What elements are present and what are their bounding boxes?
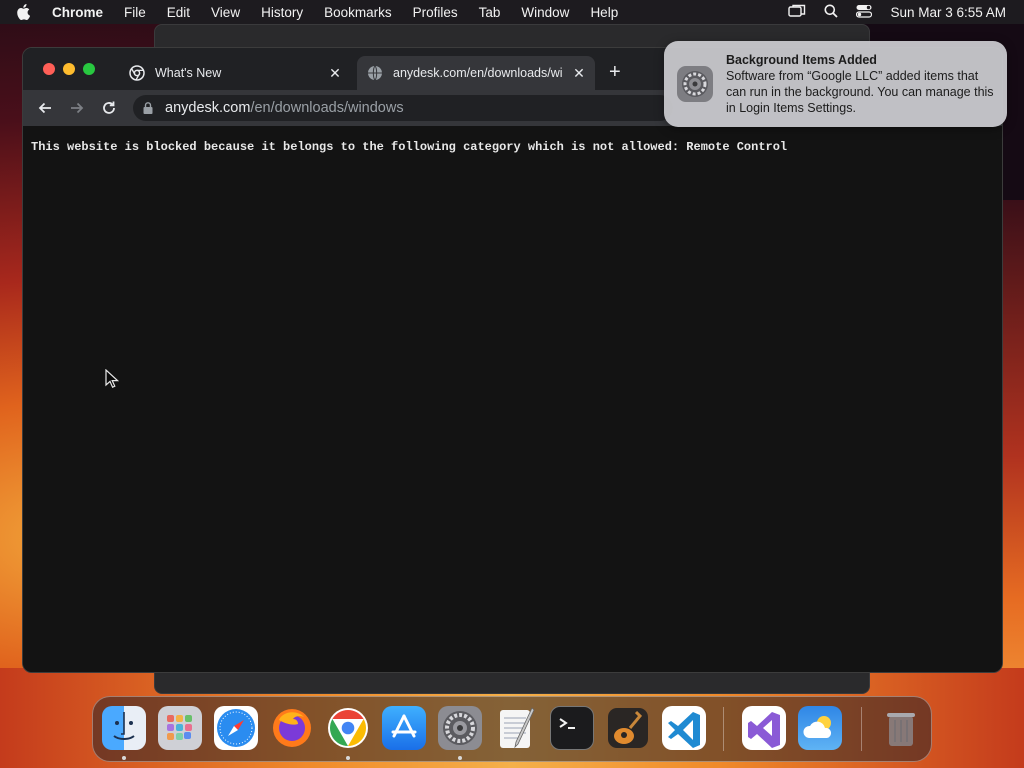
url-path: /en/downloads/windows bbox=[250, 100, 404, 116]
address-bar[interactable]: anydesk.com/en/downloads/windows bbox=[133, 95, 673, 121]
visual-studio-icon[interactable] bbox=[742, 706, 786, 750]
menu-file[interactable]: File bbox=[124, 5, 146, 20]
menu-window[interactable]: Window bbox=[521, 5, 569, 20]
page-content: This website is blocked because it belon… bbox=[23, 126, 1002, 672]
trash-icon[interactable] bbox=[879, 706, 923, 750]
dock-separator bbox=[861, 707, 862, 751]
menu-help[interactable]: Help bbox=[590, 5, 618, 20]
firefox-icon[interactable] bbox=[270, 706, 314, 750]
tab-anydesk[interactable]: anydesk.com/en/downloads/wi ✕ bbox=[357, 56, 595, 90]
blocked-message: This website is blocked because it belon… bbox=[31, 140, 788, 154]
garageband-icon[interactable] bbox=[606, 706, 650, 750]
system-settings-icon[interactable] bbox=[438, 706, 482, 750]
mouse-cursor-icon bbox=[105, 368, 120, 394]
menu-bar: Chrome File Edit View History Bookmarks … bbox=[0, 0, 1024, 24]
url-host: anydesk.com bbox=[165, 100, 251, 116]
textedit-icon[interactable] bbox=[494, 706, 538, 750]
globe-icon bbox=[367, 65, 383, 81]
system-settings-running-dot bbox=[458, 756, 462, 760]
lock-icon[interactable] bbox=[143, 102, 155, 114]
spotlight-search-icon[interactable] bbox=[824, 4, 839, 21]
menu-edit[interactable]: Edit bbox=[167, 5, 190, 20]
reload-icon[interactable] bbox=[93, 94, 125, 122]
notification-title: Background Items Added bbox=[726, 53, 877, 67]
settings-gear-icon bbox=[676, 65, 714, 103]
new-tab-icon[interactable]: + bbox=[609, 62, 621, 82]
close-tab-icon[interactable]: ✕ bbox=[327, 65, 343, 81]
finder-icon[interactable] bbox=[102, 706, 146, 750]
tab-label: anydesk.com/en/downloads/wi bbox=[393, 66, 563, 80]
back-icon[interactable] bbox=[29, 94, 61, 122]
screen-mirroring-icon[interactable] bbox=[788, 4, 806, 21]
tab-label: What's New bbox=[155, 66, 222, 80]
notification-body: Software from “Google LLC” added items t… bbox=[726, 69, 994, 115]
tab-whats-new[interactable]: What's New ✕ bbox=[119, 56, 351, 90]
vscode-icon[interactable] bbox=[662, 706, 706, 750]
app-store-icon[interactable] bbox=[382, 706, 426, 750]
control-center-icon[interactable] bbox=[856, 4, 873, 21]
dock-separator bbox=[723, 707, 724, 751]
menu-view[interactable]: View bbox=[211, 5, 240, 20]
notification-banner[interactable]: Background Items Added Software from “Go… bbox=[664, 41, 1007, 127]
menu-profiles[interactable]: Profiles bbox=[413, 5, 458, 20]
chrome-icon[interactable] bbox=[326, 706, 370, 750]
minimize-window-button[interactable] bbox=[63, 63, 75, 75]
menu-history[interactable]: History bbox=[261, 5, 303, 20]
dock bbox=[92, 696, 932, 762]
apple-menu-icon[interactable] bbox=[16, 4, 40, 20]
terminal-icon[interactable] bbox=[550, 706, 594, 750]
finder-running-dot bbox=[122, 756, 126, 760]
chrome-running-dot bbox=[346, 756, 350, 760]
safari-icon[interactable] bbox=[214, 706, 258, 750]
chrome-window: What's New ✕ anydesk.com/en/downloads/wi… bbox=[22, 47, 1003, 673]
menu-app-name[interactable]: Chrome bbox=[52, 5, 103, 20]
close-window-button[interactable] bbox=[43, 63, 55, 75]
chrome-icon bbox=[129, 65, 145, 81]
menu-bookmarks[interactable]: Bookmarks bbox=[324, 5, 392, 20]
menu-clock[interactable]: Sun Mar 3 6:55 AM bbox=[890, 5, 1006, 20]
menu-tab[interactable]: Tab bbox=[479, 5, 501, 20]
weather-icon[interactable] bbox=[798, 706, 842, 750]
fullscreen-window-button[interactable] bbox=[83, 63, 95, 75]
forward-icon[interactable] bbox=[61, 94, 93, 122]
launchpad-icon[interactable] bbox=[158, 706, 202, 750]
close-tab-icon[interactable]: ✕ bbox=[571, 65, 587, 81]
